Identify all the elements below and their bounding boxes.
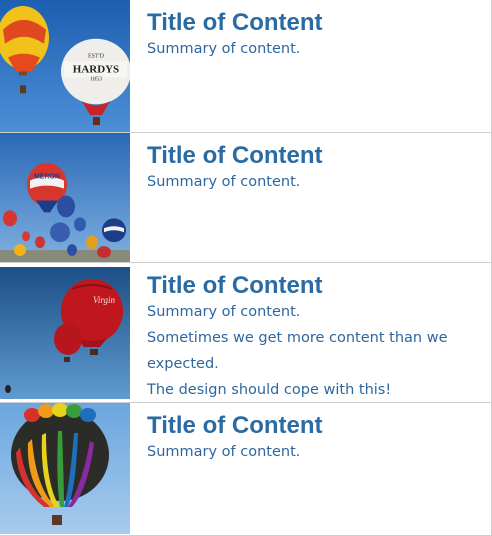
item-content: Title of Content Summary of content. Som…	[130, 263, 448, 402]
item-summary: Summary of content.	[147, 174, 301, 190]
item-title[interactable]: Title of Content	[147, 413, 323, 439]
item-content: Title of Content Summary of content.	[130, 0, 323, 132]
balloons-image	[0, 403, 130, 534]
balloon-thumbnail: EST'D HARDYS 1853	[0, 0, 130, 132]
svg-text:EST'D: EST'D	[88, 54, 105, 60]
balloon-thumbnail: Virgin	[0, 267, 130, 399]
svg-text:HARDYS: HARDYS	[73, 63, 119, 75]
list-item[interactable]: EST'D HARDYS 1853 Title of Content Summa…	[0, 0, 491, 133]
item-title[interactable]: Title of Content	[147, 143, 323, 169]
list-item[interactable]: Virgin Title of Content Summary of conte…	[0, 263, 491, 403]
item-title[interactable]: Title of Content	[147, 273, 448, 299]
item-summary: Summary of content.	[147, 41, 301, 57]
balloons-image: EST'D HARDYS 1853	[0, 0, 130, 132]
svg-text:Virgin: Virgin	[93, 295, 115, 305]
item-title[interactable]: Title of Content	[147, 10, 323, 36]
svg-text:1853: 1853	[90, 76, 102, 82]
list-item[interactable]: Title of Content Summary of content.	[0, 403, 491, 536]
item-extra-line: The design should cope with this!	[147, 382, 392, 398]
balloons-image: Virgin	[0, 267, 130, 399]
content-list: EST'D HARDYS 1853 Title of Content Summa…	[0, 0, 492, 536]
list-item[interactable]: MERON Title of Content Summary of conten…	[0, 133, 491, 263]
item-content: Title of Content Summary of content.	[130, 133, 323, 262]
balloon-thumbnail: MERON	[0, 133, 130, 262]
item-content: Title of Content Summary of content.	[130, 403, 323, 535]
balloons-image: MERON	[0, 133, 130, 262]
svg-text:MERON: MERON	[34, 174, 60, 181]
item-extra-line: expected.	[147, 356, 219, 372]
balloon-thumbnail	[0, 403, 130, 534]
item-summary: Summary of content.	[147, 304, 301, 320]
item-summary: Summary of content.	[147, 444, 301, 460]
item-extra-line: Sometimes we get more content than we	[147, 330, 448, 346]
